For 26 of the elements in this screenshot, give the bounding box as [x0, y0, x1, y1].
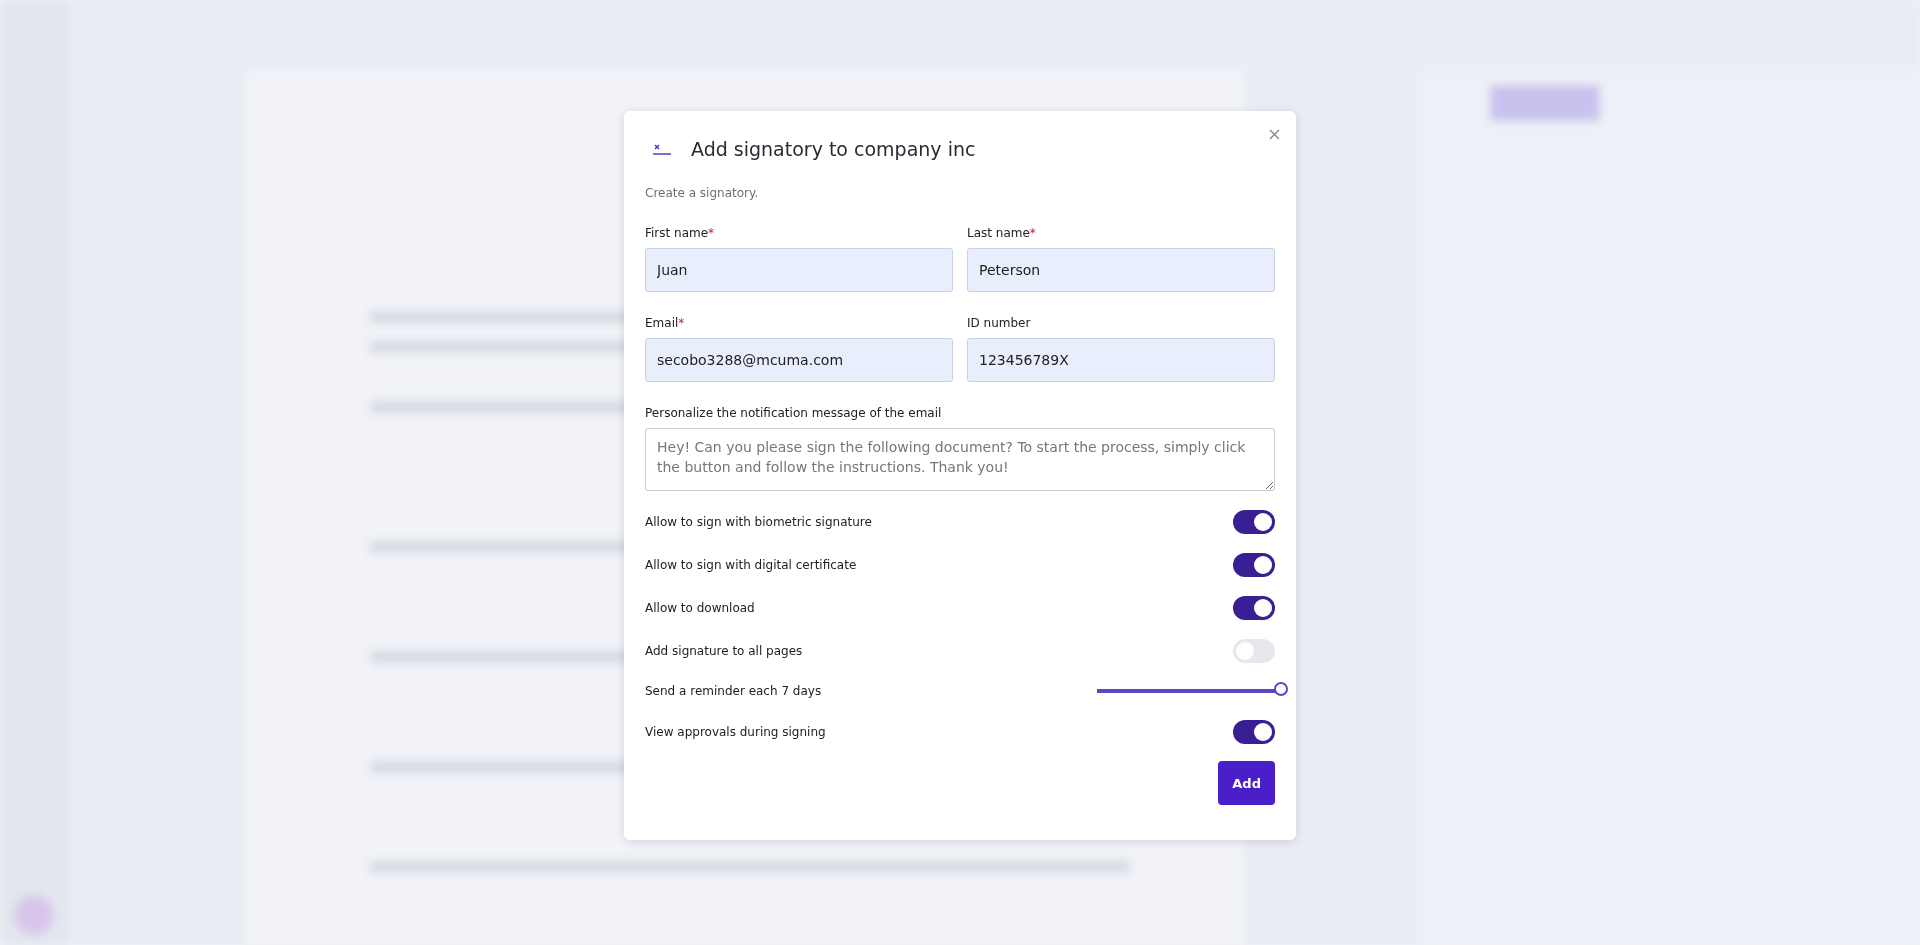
input-field[interactable]: Juan	[645, 248, 953, 292]
toggle-switch[interactable]	[1233, 638, 1275, 663]
toggle-switch[interactable]	[1233, 509, 1275, 534]
option-label: Allow to sign with biometric signature	[645, 514, 872, 529]
option-label: Allow to download	[645, 600, 755, 615]
option-label: Allow to sign with digital certificate	[645, 557, 857, 572]
message-field[interactable]: Hey! Can you please sign the following document? To start the process, simply click the button and follow the instructions. Thank you!	[645, 428, 1275, 491]
input-field[interactable]: secobo3288@mcuma.com	[645, 338, 953, 382]
input-field[interactable]: 123456789X	[967, 338, 1275, 382]
field-label: Email*	[645, 316, 686, 330]
field-label: ID number	[967, 316, 1032, 330]
toggle-switch[interactable]	[1233, 552, 1275, 577]
dialog-title: Add signatory to company inc	[691, 138, 976, 160]
field-label: First name*	[645, 226, 716, 240]
field-label: Last name*	[967, 226, 1037, 240]
toggle-switch[interactable]	[1233, 719, 1275, 744]
add-button[interactable]: Add	[1218, 761, 1275, 805]
field-label: Personalize the notification message of the email	[645, 406, 943, 420]
signature-icon	[653, 143, 671, 155]
option-label: Add signature to all pages	[645, 643, 803, 658]
dialog-subtitle: Create a signatory.	[645, 186, 760, 200]
option-label: View approvals during signing	[645, 724, 826, 739]
input-field[interactable]: Peterson	[967, 248, 1275, 292]
toggle-switch[interactable]	[1233, 595, 1275, 620]
close-icon	[1269, 129, 1280, 140]
option-label: Send a reminder each 7 days	[645, 684, 822, 698]
